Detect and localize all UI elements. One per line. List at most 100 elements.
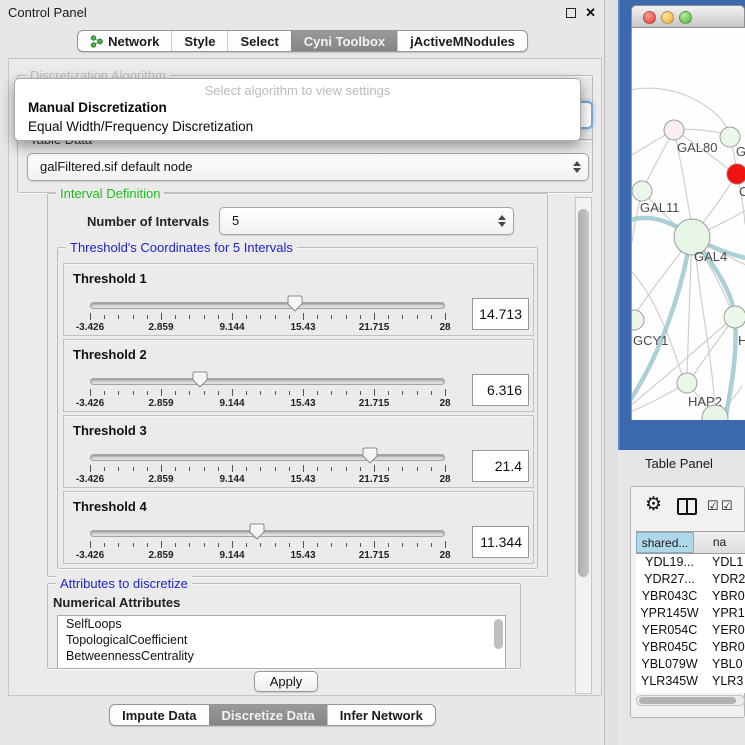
close-icon[interactable]: ✕ [585,5,596,21]
table-row[interactable]: YLR345WYLR3 [636,673,745,690]
threshold-value-field[interactable]: 21.4 [472,450,529,482]
table-row[interactable]: YBR043CYBR0 [636,588,745,605]
tab-network[interactable]: Network [78,31,171,51]
table-rows: YDL19...YDL1YDR27...YDR2YBR043CYBR0YPR14… [636,554,745,693]
tab-select[interactable]: Select [227,31,290,51]
network-node-h[interactable] [724,306,745,328]
threshold-coordinates-title: Threshold's Coordinates for 5 Intervals [66,240,297,255]
algorithm-option-equal-width-frequency-discretization[interactable]: Equal Width/Frequency Discretization [15,117,580,136]
close-traffic-light-icon[interactable] [643,11,656,24]
table-cell: YBR0 [703,639,745,656]
threshold-value-field[interactable]: 11.344 [472,526,529,558]
table-row[interactable]: YBL079WYBL0 [636,656,745,673]
tab-label: Network [108,34,159,49]
numerical-attributes-label: Numerical Attributes [53,595,180,610]
tab-jactivemnodules[interactable]: jActiveMNodules [397,31,527,51]
checkbox-icon[interactable]: ☑ [721,499,733,512]
apply-button[interactable]: Apply [254,671,318,692]
tab-label: Infer Network [340,708,423,723]
attribute-item-selfloops[interactable]: SelfLoops [58,616,505,632]
tab-cyni-toolbox[interactable]: Cyni Toolbox [291,31,397,51]
threshold-label: Threshold 3 [73,423,147,438]
network-node-gal80[interactable] [664,120,684,140]
column-header-shared[interactable]: shared... [636,532,694,553]
threshold-panel-1: Threshold 1-3.4262.8599.14415.4321.71528… [63,263,534,336]
threshold-slider-track[interactable] [90,302,445,309]
table-row[interactable]: YIL052CYIL0 [636,690,745,693]
table-data-combobox[interactable]: galFiltered.sif default node [27,153,589,181]
number-of-intervals-label: Number of Intervals [87,214,209,229]
scrollbar-thumb[interactable] [578,209,589,577]
network-icon [90,35,103,48]
network-view-canvas[interactable]: GAL80GAL11GAL4GCY1HHAP2GC [631,28,745,420]
zoom-traffic-light-icon[interactable] [679,11,692,24]
tab-infer-network[interactable]: Infer Network [327,705,435,725]
control-panel-title: Control Panel [8,0,87,26]
gear-icon[interactable]: ⚙ [645,495,662,515]
table-cell: YLR3 [703,673,745,690]
threshold-slider-thumb[interactable] [287,295,303,312]
tab-style[interactable]: Style [171,31,227,51]
column-header-na[interactable]: na [694,532,745,553]
network-edge[interactable] [694,239,736,420]
node-label: GCY1 [633,333,668,348]
node-label-clipped: C [739,184,745,199]
table-cell: YPR145W [636,605,703,622]
number-of-intervals-combobox[interactable]: 5 [219,207,514,235]
algorithm-option-manual-discretization[interactable]: Manual Discretization [15,98,580,117]
tab-impute-data[interactable]: Impute Data [110,705,208,725]
settings-vertical-scrollbar[interactable] [575,197,592,694]
minimize-traffic-light-icon[interactable] [661,11,674,24]
threshold-slider-thumb[interactable] [249,523,265,540]
table-cell: YLR345W [636,673,703,690]
network-edge[interactable] [696,255,715,407]
threshold-panel-3: Threshold 3-3.4262.8599.14415.4321.71528… [63,415,534,488]
slider-tick-labels: -3.4262.8599.14415.4321.71528 [90,398,445,410]
attribute-item-topologicalcoefficient[interactable]: TopologicalCoefficient [58,632,505,648]
node-label: GAL4 [694,249,727,264]
table-row[interactable]: YER054CYER0 [636,622,745,639]
node-table: shared...na YDL19...YDL1YDR27...YDR2YBR0… [636,531,745,707]
list-scrollbar[interactable] [494,619,503,649]
table-cell: YDL1 [703,554,745,571]
table-cell: YBL0 [703,656,745,673]
network-node-gal11[interactable] [632,181,652,201]
interval-definition-title: Interval Definition [56,186,164,201]
threshold-slider-thumb[interactable] [192,371,208,388]
split-columns-icon[interactable] [677,498,697,515]
algorithm-dropdown-popup: Select algorithm to view settings Manual… [14,78,581,141]
table-cell: YBR045C [636,639,703,656]
table-cell: YIL0 [703,690,745,693]
checkbox-icon[interactable]: ☑ [707,499,719,512]
tab-label: Impute Data [122,708,196,723]
scrollbar-thumb[interactable] [639,697,736,704]
threshold-panel-2: Threshold 2-3.4262.8599.14415.4321.71528… [63,339,534,412]
table-row[interactable]: YBR045CYBR0 [636,639,745,656]
tab-label: Discretize Data [222,708,315,723]
network-node-hap2[interactable] [677,373,697,393]
threshold-value-field[interactable]: 14.713 [472,298,529,330]
table-row[interactable]: YPR145WYPR1 [636,605,745,622]
table-cell: YER0 [703,622,745,639]
tab-discretize-data[interactable]: Discretize Data [209,705,327,725]
threshold-slider-thumb[interactable] [362,447,378,464]
table-row[interactable]: YDL19...YDL1 [636,554,745,571]
threshold-slider-track[interactable] [90,454,445,461]
table-row[interactable]: YDR27...YDR2 [636,571,745,588]
numerical-attributes-list[interactable]: SelfLoopsTopologicalCoefficientBetweenne… [57,615,506,669]
algorithm-popup-items: Manual DiscretizationEqual Width/Frequen… [15,98,580,136]
threshold-slider-track[interactable] [90,530,445,537]
network-node-gcy1[interactable] [632,310,644,330]
attribute-item-betweennesscentrality[interactable]: BetweennessCentrality [58,648,505,664]
threshold-value-field[interactable]: 6.316 [472,374,529,406]
table-cell: YPR1 [703,605,745,622]
slider-tick-labels: -3.4262.8599.14415.4321.71528 [90,550,445,562]
network-node[interactable] [727,164,745,184]
threshold-slider-track[interactable] [90,378,445,385]
table-horizontal-scrollbar[interactable] [636,695,745,706]
table-panel: Table Panel ⚙ ☑ ☑ shared...na YDL19...YD… [618,450,745,745]
threshold-label: Threshold 1 [73,271,147,286]
float-window-icon[interactable] [566,8,576,18]
table-header-row: shared...na [636,531,745,554]
table-cell: YDL19... [636,554,703,571]
